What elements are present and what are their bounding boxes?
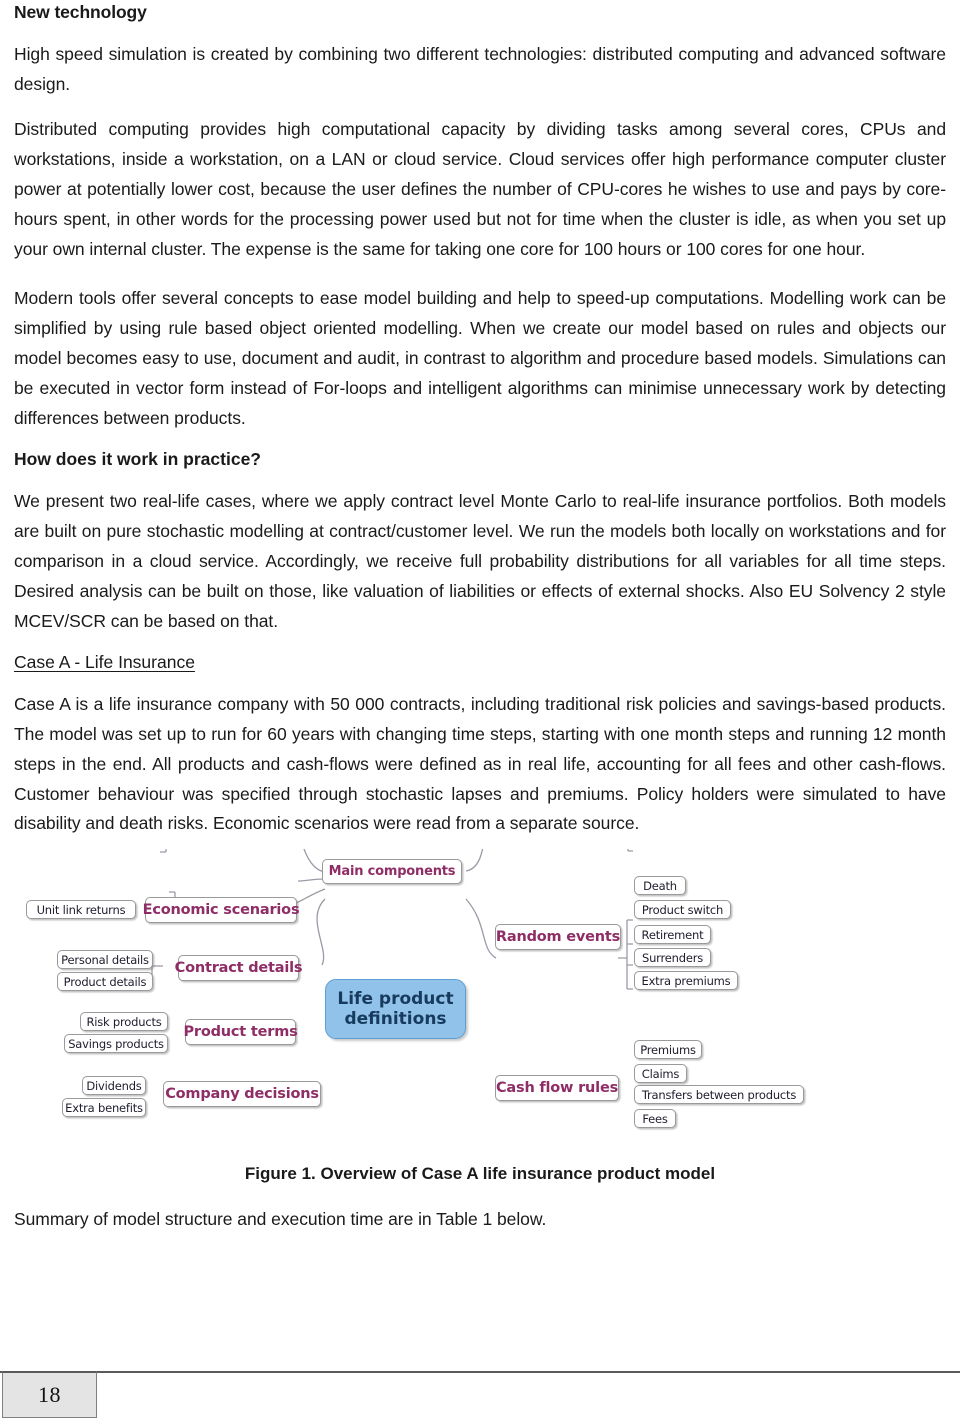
mindmap-leaf-product-switch: Product switch (634, 900, 731, 920)
mindmap-leaf-extra-premiums: Extra premiums (634, 971, 738, 991)
mindmap-leaf-dividends: Dividends (82, 1076, 146, 1096)
mindmap-node-main-components: Main components (322, 859, 462, 885)
mindmap-leaf-premiums: Premiums (634, 1040, 702, 1060)
mindmap-branch-economic-scenarios: Economic scenarios (143, 897, 300, 924)
mindmap-leaf-savings-products: Savings products (64, 1034, 168, 1054)
mindmap-leaf-death: Death (634, 876, 686, 896)
figure-caption: Figure 1. Overview of Case A life insura… (244, 1164, 716, 1184)
mindmap-branch-cash-flow-rules: Cash flow rules (495, 1075, 619, 1102)
mindmap-branch-product-terms: Product terms (183, 1019, 298, 1046)
mindmap-leaf-extra-benefits: Extra benefits (62, 1098, 146, 1118)
document-page: New technology High speed simulation is … (0, 0, 960, 1421)
mindmap-leaf-personal-details: Personal details (57, 950, 153, 970)
mindmap-leaf-product-details: Product details (57, 972, 153, 992)
mindmap-leaf-claims: Claims (634, 1064, 687, 1084)
paragraph-practice: We present two real-life cases, where we… (14, 491, 946, 631)
page-title: New technology (14, 2, 147, 22)
paragraph-modern-tools: Modern tools offer several concepts to e… (14, 288, 946, 428)
mindmap-leaf-risk-products: Risk products (80, 1012, 168, 1032)
page-content: New technology High speed simulation is … (14, 0, 946, 1235)
mindmap-leaf-unit-link-returns: Unit link returns (26, 900, 136, 920)
paragraph-case-a: Case A is a life insurance company with … (14, 694, 946, 834)
figure-1: Main components Life product definitions… (14, 849, 946, 1149)
heading-how-does-it-work: How does it work in practice? (14, 449, 261, 470)
page-number-value: 18 (38, 1382, 61, 1407)
center-node-line-2: definitions (344, 1009, 447, 1030)
mindmap-leaf-retirement: Retirement (634, 925, 711, 945)
paragraph-intro: High speed simulation is created by comb… (14, 43, 946, 94)
mindmap-leaf-fees: Fees (634, 1109, 676, 1129)
mindmap-leaf-surrenders: Surrenders (634, 948, 711, 968)
mindmap-branch-contract-details: Contract details (175, 955, 303, 982)
mindmap-branch-company-decisions: Company decisions (163, 1081, 321, 1108)
mindmap-node-center: Life product definitions (325, 979, 466, 1040)
heading-case-a: Case A - Life Insurance (14, 652, 195, 673)
mindmap-branch-random-events: Random events (495, 924, 621, 951)
paragraph-closing: Summary of model structure and execution… (14, 1209, 547, 1230)
page-number-badge: 18 (2, 1371, 97, 1418)
center-node-line-1: Life product (337, 989, 454, 1010)
footer-divider (0, 1371, 960, 1373)
paragraph-distributed-computing: Distributed computing provides high comp… (14, 119, 946, 259)
mindmap-diagram: Main components Life product definitions… (0, 849, 960, 1149)
mindmap-leaf-transfers-between-products: Transfers between products (634, 1085, 804, 1105)
